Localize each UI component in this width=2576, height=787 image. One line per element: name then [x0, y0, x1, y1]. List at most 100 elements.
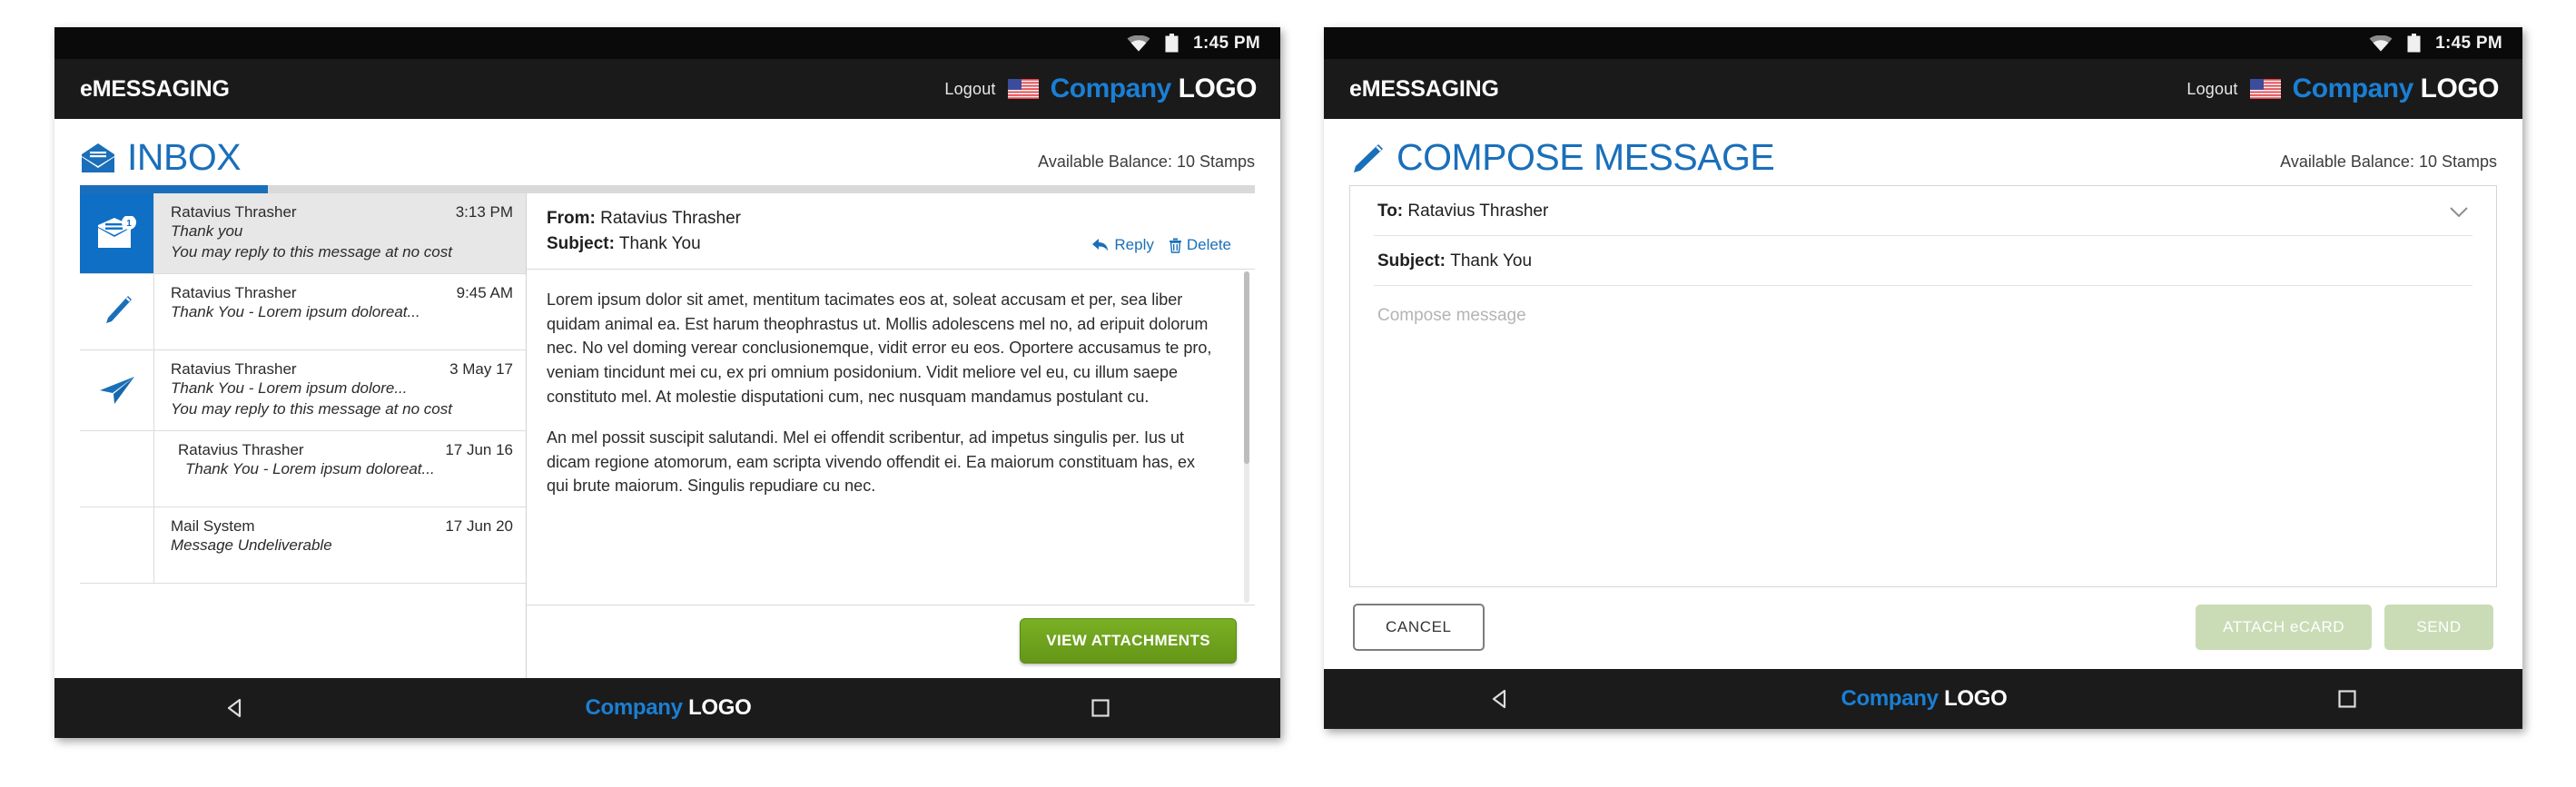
company-logo-secondary: LOGO [1178, 74, 1258, 103]
message-note: You may reply to this message at no cost [171, 399, 452, 418]
list-item[interactable]: Ratavius Thrasher 9:45 AM Thank You - Lo… [80, 273, 526, 350]
message-sender: Mail System [171, 516, 255, 535]
company-logo: Company LOGO [2292, 74, 2500, 104]
battery-icon [2407, 34, 2421, 53]
reader-subject-value: Thank You [618, 233, 701, 253]
reader-footer: VIEW ATTACHMENTS [527, 605, 1255, 678]
reader-paragraph: An mel possit suscipit salutandi. Mel ei… [547, 428, 1196, 496]
reader-from-label: From: [547, 209, 596, 228]
us-flag-icon [2249, 79, 2281, 99]
compose-primary-actions: ATTACH eCARD SEND [2196, 605, 2493, 650]
inbox-screen: 1:45 PM eMESSAGING Logout Company LOGO I… [54, 27, 1280, 738]
send-button[interactable]: SEND [2384, 605, 2493, 650]
message-sender: Ratavius Thrasher [171, 203, 297, 221]
message-sender: Ratavius Thrasher [171, 283, 297, 301]
back-triangle-icon[interactable] [1488, 687, 1512, 711]
reply-label: Reply [1114, 236, 1154, 254]
page-title: INBOX [80, 139, 242, 176]
header-right-group: Logout Company LOGO [944, 74, 1257, 104]
app-header-bar: eMESSAGING Logout Company LOGO [54, 59, 1280, 119]
message-date: 17 Jun 20 [445, 516, 513, 535]
compose-card: To: Ratavius Thrasher Subject: Thank You… [1349, 185, 2497, 587]
company-logo-primary: Company [1050, 74, 1172, 103]
delete-button[interactable]: Delete [1169, 236, 1231, 254]
list-item-top: Ratavius Thrasher 3 May 17 [171, 360, 513, 379]
chevron-down-icon[interactable] [2449, 206, 2469, 218]
reader-subject-label: Subject: [547, 233, 615, 253]
nav-logo-primary: Company [1841, 686, 1939, 711]
reader-header: From: Ratavius Thrasher Subject: Thank Y… [527, 193, 1255, 271]
list-item[interactable]: Mail System 17 Jun 20 Message Undelivera… [80, 507, 526, 584]
square-icon[interactable] [1090, 697, 1111, 719]
available-balance: Available Balance: 10 Stamps [2280, 152, 2497, 171]
battery-icon [1165, 34, 1179, 53]
to-label: To: [1377, 202, 1404, 221]
app-name: eMESSAGING [80, 75, 230, 102]
subject-value: Thank You [1450, 251, 1533, 271]
compose-page: COMPOSE MESSAGE Available Balance: 10 St… [1324, 119, 2522, 669]
view-attachments-button[interactable]: VIEW ATTACHMENTS [1020, 618, 1237, 664]
scrollbar[interactable] [1244, 271, 1249, 603]
message-subject: Message Undeliverable [171, 536, 332, 554]
reply-button[interactable]: Reply [1091, 236, 1154, 254]
message-date: 3:13 PM [455, 203, 513, 221]
reader-actions: Reply Delete [1091, 236, 1231, 256]
message-list[interactable]: 1 Ratavius Thrasher 3:13 PM Thank you Yo… [80, 193, 527, 678]
list-item-top: Mail System 17 Jun 20 [171, 517, 513, 536]
message-icon-empty [80, 507, 154, 583]
nav-logo-secondary: LOGO [1944, 686, 2008, 711]
wifi-icon [2369, 34, 2393, 52]
nav-company-logo: Company LOGO [585, 695, 751, 721]
android-nav-bar: Company LOGO [1324, 669, 2522, 729]
subject-label: Subject: [1377, 251, 1446, 271]
list-item-top: Ratavius Thrasher 3:13 PM [171, 203, 513, 221]
available-balance: Available Balance: 10 Stamps [1038, 152, 1255, 171]
cancel-button[interactable]: CANCEL [1353, 604, 1485, 651]
trash-icon [1169, 238, 1182, 253]
message-subject: Thank you [171, 222, 243, 240]
status-bar-time: 1:45 PM [2435, 33, 2502, 53]
list-item-content: Mail System 17 Jun 20 Message Undelivera… [154, 507, 526, 583]
list-item[interactable]: 1 Ratavius Thrasher 3:13 PM Thank you Yo… [80, 193, 526, 274]
to-value: Ratavius Thrasher [1407, 202, 1549, 221]
compose-message-input[interactable]: Compose message [1374, 286, 2472, 586]
compose-page-header: COMPOSE MESSAGE Available Balance: 10 St… [1344, 119, 2502, 185]
square-icon[interactable] [2336, 688, 2358, 710]
list-item-top: Ratavius Thrasher 9:45 AM [171, 284, 513, 302]
reader-meta: From: Ratavius Thrasher Subject: Thank Y… [547, 206, 741, 256]
android-status-bar: 1:45 PM [1324, 27, 2522, 59]
scrollbar-thumb[interactable] [1244, 271, 1249, 464]
us-flag-icon [1007, 79, 1039, 99]
attach-ecard-button[interactable]: ATTACH eCARD [2196, 605, 2372, 650]
logout-button[interactable]: Logout [2186, 80, 2237, 99]
list-item[interactable]: Ratavius Thrasher 17 Jun 16 Thank You - … [80, 430, 526, 507]
compose-screen: 1:45 PM eMESSAGING Logout Company LOGO C… [1324, 27, 2522, 729]
company-logo-primary: Company [2292, 74, 2414, 103]
nav-logo-secondary: LOGO [688, 695, 752, 720]
compose-footer: CANCEL ATTACH eCARD SEND [1349, 587, 2497, 669]
inbox-body: 1 Ratavius Thrasher 3:13 PM Thank you Yo… [80, 193, 1255, 678]
reader-from-value: Ratavius Thrasher [600, 209, 741, 228]
progress-strip [80, 185, 1255, 193]
page-title: COMPOSE MESSAGE [1349, 139, 1775, 176]
list-item-top: Ratavius Thrasher 17 Jun 16 [178, 441, 513, 459]
logout-button[interactable]: Logout [944, 80, 995, 99]
message-subject: Thank You - Lorem ipsum doloreat... [185, 459, 435, 477]
delete-label: Delete [1186, 236, 1231, 254]
company-logo: Company LOGO [1050, 74, 1258, 104]
message-reader: From: Ratavius Thrasher Subject: Thank Y… [527, 193, 1255, 678]
list-item-content: Ratavius Thrasher 9:45 AM Thank You - Lo… [154, 274, 526, 349]
message-note: You may reply to this message at no cost [171, 242, 452, 261]
reply-arrow-icon [1091, 238, 1110, 252]
envelope-badge-icon: 1 [80, 193, 154, 273]
status-bar-time: 1:45 PM [1193, 33, 1260, 53]
list-item-content: Ratavius Thrasher 17 Jun 16 Thank You - … [154, 431, 526, 507]
wifi-icon [1127, 34, 1150, 52]
reader-body: Lorem ipsum dolor sit amet, mentitum tac… [527, 270, 1255, 605]
to-field[interactable]: To: Ratavius Thrasher [1374, 186, 2472, 236]
back-triangle-icon[interactable] [223, 696, 247, 720]
subject-field[interactable]: Subject: Thank You [1374, 236, 2472, 286]
list-item[interactable]: Ratavius Thrasher 3 May 17 Thank You - L… [80, 349, 526, 431]
header-right-group: Logout Company LOGO [2186, 74, 2499, 104]
nav-company-logo: Company LOGO [1841, 686, 2007, 712]
